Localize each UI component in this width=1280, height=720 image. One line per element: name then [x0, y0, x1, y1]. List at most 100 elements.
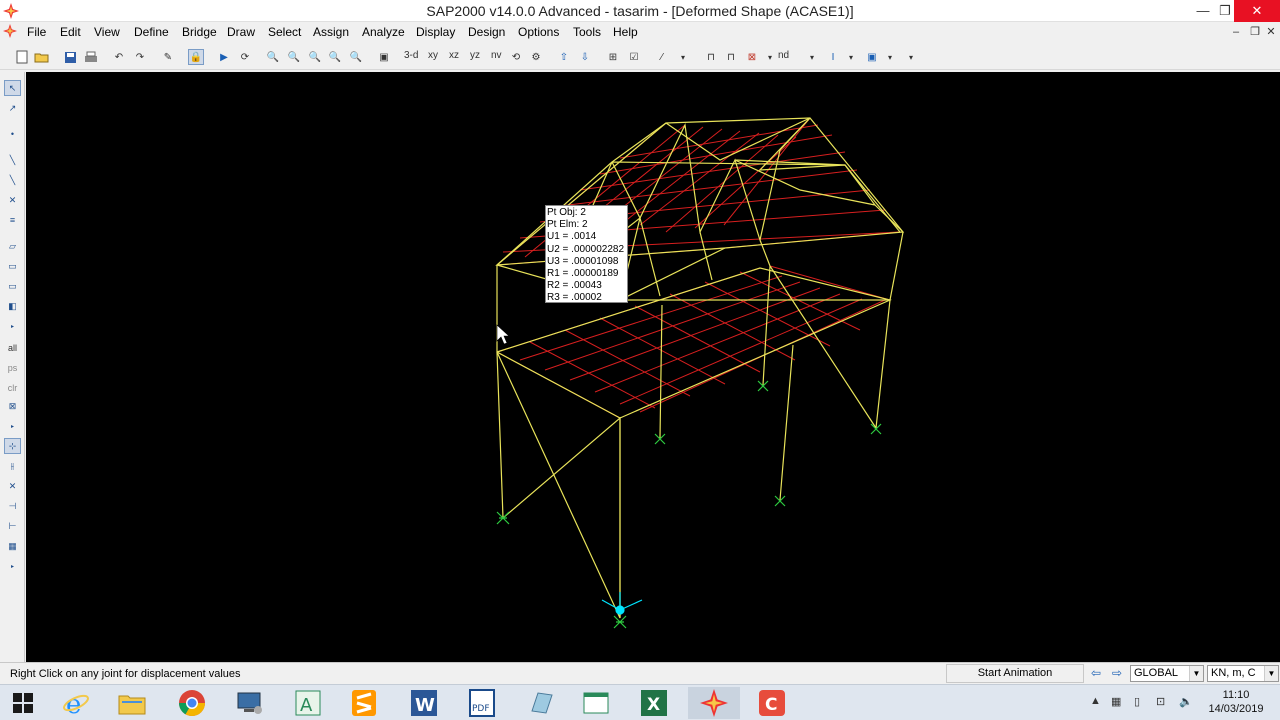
object-shrink-icon[interactable]: ⊞	[605, 49, 621, 65]
previous-select-button[interactable]: ps	[4, 360, 21, 376]
menu-tools[interactable]: Tools	[573, 25, 601, 39]
taskbar-pdf[interactable]: PDF	[456, 687, 508, 719]
taskbar-clock[interactable]: 11:10 14/03/2019	[1200, 688, 1272, 716]
taskbar-autocad[interactable]: A	[282, 687, 334, 719]
view-xy-button[interactable]: xy	[428, 50, 438, 61]
perspective-icon[interactable]: ⚙	[528, 49, 544, 65]
units-select[interactable]: KN, m, C ▼	[1207, 665, 1279, 682]
taskbar-sublime[interactable]	[338, 687, 390, 719]
save-icon[interactable]	[62, 49, 78, 65]
move-down-icon[interactable]: ⇩	[577, 49, 593, 65]
snap-joints-icon[interactable]: ⊹	[4, 438, 21, 454]
mdi-minimize-button[interactable]: –	[1226, 21, 1246, 41]
snap-intersections-icon[interactable]: ✕	[4, 478, 21, 494]
taskbar-app-window[interactable]	[570, 687, 622, 719]
close-button[interactable]: ✕	[1234, 0, 1280, 22]
pointer-icon[interactable]: ↖	[4, 80, 21, 96]
view-xz-button[interactable]: xz	[449, 50, 459, 61]
quick-draw-frame-icon[interactable]: ╲	[4, 172, 21, 188]
restore-full-view-icon[interactable]: 🔍	[286, 49, 302, 65]
menu-display[interactable]: Display	[416, 25, 455, 39]
taskbar-file-explorer[interactable]	[106, 687, 158, 719]
move-up-icon[interactable]: ⇧	[556, 49, 572, 65]
draw-solid-icon[interactable]: ◧	[4, 298, 21, 314]
view-nv-button[interactable]: nv	[491, 50, 502, 61]
rotate-view-icon[interactable]: ⟲	[508, 49, 524, 65]
tray-battery-icon[interactable]: ▯	[1134, 695, 1140, 708]
left-toolbar-more-2-icon[interactable]: ▸	[4, 418, 21, 434]
nd-button[interactable]: nd	[778, 50, 789, 61]
next-step-icon[interactable]: ⇨	[1108, 666, 1126, 681]
section-dropdown-icon[interactable]: ▾	[843, 49, 859, 65]
left-toolbar-more-3-icon[interactable]: ▸	[4, 558, 21, 574]
zoom-window-icon[interactable]: 🔍	[265, 49, 281, 65]
zoom-in-icon[interactable]: 🔍	[307, 49, 323, 65]
draw-rect-area-icon[interactable]: ▭	[4, 258, 21, 274]
table-dropdown-icon[interactable]: ▾	[882, 49, 898, 65]
menu-file[interactable]: File	[27, 25, 46, 39]
display-table-icon[interactable]: ▣	[864, 49, 880, 65]
taskbar-internet-explorer[interactable]: e	[50, 687, 102, 719]
show-undeformed-icon[interactable]: ⁄	[654, 49, 670, 65]
run-analysis-icon[interactable]: ▶	[216, 49, 232, 65]
menu-view[interactable]: View	[94, 25, 120, 39]
rubber-band-zoom-icon[interactable]: ⟳	[237, 49, 253, 65]
draw-joint-icon[interactable]: •	[4, 126, 21, 142]
menu-help[interactable]: Help	[613, 25, 638, 39]
pan-icon[interactable]: 🔍	[348, 49, 364, 65]
snap-grid-icon[interactable]: ▦	[4, 538, 21, 554]
view-3d-button[interactable]: 3-d	[404, 50, 418, 61]
taskbar-remote-desktop[interactable]	[224, 687, 276, 719]
snap-midpoints-icon[interactable]: ⫲	[4, 458, 21, 474]
redo-icon[interactable]: ↷	[132, 49, 148, 65]
pencil-icon[interactable]: ✎	[160, 49, 176, 65]
new-file-icon[interactable]	[14, 49, 30, 65]
taskbar-app-cube[interactable]	[514, 687, 566, 719]
menu-define[interactable]: Define	[134, 25, 169, 39]
tray-volume-icon[interactable]: 🔈	[1179, 695, 1193, 708]
draw-frame-icon[interactable]: ╲	[4, 152, 21, 168]
draw-braces-icon[interactable]: ✕	[4, 192, 21, 208]
model-viewport[interactable]: Pt Obj: 2 Pt Elm: 2 U1 = .0014 U2 = .000…	[26, 72, 1280, 662]
show-deformed-icon[interactable]: ⊓	[703, 49, 719, 65]
set-display-options-icon[interactable]: ☑	[626, 49, 642, 65]
select-all-button[interactable]: all	[4, 340, 21, 356]
undo-icon[interactable]: ↶	[111, 49, 127, 65]
taskbar-sap2000[interactable]	[688, 687, 740, 719]
left-toolbar-more-icon[interactable]: ▸	[4, 318, 21, 334]
tray-network-icon[interactable]: ▦	[1111, 695, 1121, 708]
tray-show-hidden-icon[interactable]: ▲	[1090, 695, 1101, 707]
toolbar-overflow-3-icon[interactable]: ▾	[903, 49, 919, 65]
taskbar-excel[interactable]: X	[628, 687, 680, 719]
stresses-dropdown-icon[interactable]: ▾	[762, 49, 778, 65]
menu-bridge[interactable]: Bridge	[182, 25, 217, 39]
menu-draw[interactable]: Draw	[227, 25, 255, 39]
clear-select-button[interactable]: clr	[4, 380, 21, 396]
view-yz-button[interactable]: yz	[470, 50, 480, 61]
reshape-icon[interactable]: ↗	[4, 100, 21, 116]
tray-connection-icon[interactable]: ⊡	[1156, 695, 1165, 708]
previous-step-icon[interactable]: ⇦	[1087, 666, 1105, 681]
show-stresses-icon[interactable]: ⊠	[744, 49, 760, 65]
quick-draw-area-icon[interactable]: ▭	[4, 278, 21, 294]
menu-design[interactable]: Design	[468, 25, 505, 39]
start-animation-button[interactable]: Start Animation	[946, 664, 1084, 683]
taskbar-word[interactable]: W	[398, 687, 450, 719]
menu-assign[interactable]: Assign	[313, 25, 349, 39]
section-cut-icon[interactable]: I	[825, 49, 841, 65]
menu-options[interactable]: Options	[518, 25, 559, 39]
taskbar-chrome[interactable]	[166, 687, 218, 719]
draw-secondary-beams-icon[interactable]: ≡	[4, 212, 21, 228]
taskbar-camtasia[interactable]: C	[746, 687, 798, 719]
menu-edit[interactable]: Edit	[60, 25, 81, 39]
lock-icon[interactable]: 🔒	[188, 49, 204, 65]
snap-perpendicular-icon[interactable]: ⊣	[4, 498, 21, 514]
show-forces-icon[interactable]: ⊓	[723, 49, 739, 65]
coord-system-select[interactable]: GLOBAL ▼	[1130, 665, 1204, 682]
open-folder-icon[interactable]	[34, 49, 50, 65]
document-icon[interactable]	[3, 24, 17, 38]
snap-lines-icon[interactable]: ⊢	[4, 518, 21, 534]
intersecting-line-icon[interactable]: ⊠	[4, 398, 21, 414]
toolbar-overflow-2-icon[interactable]: ▾	[804, 49, 820, 65]
print-icon[interactable]	[83, 49, 99, 65]
